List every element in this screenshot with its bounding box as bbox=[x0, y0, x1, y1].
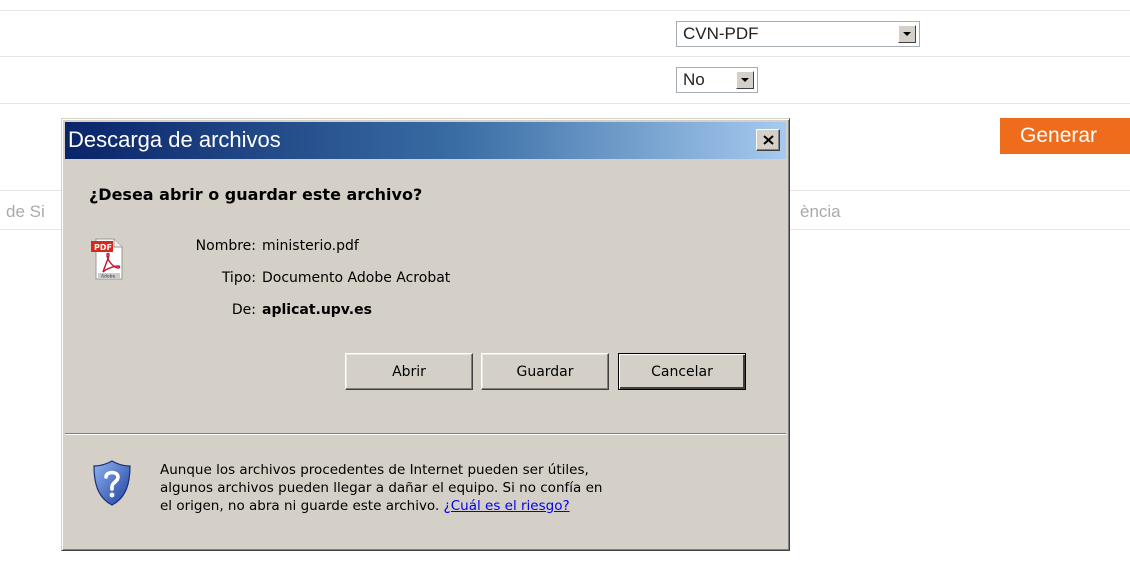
form-divider bbox=[0, 10, 1130, 11]
file-source-label: De: bbox=[231, 302, 256, 318]
dropdown-arrow-icon[interactable] bbox=[736, 71, 754, 89]
dialog-title: Descarga de archivos bbox=[68, 127, 281, 152]
file-download-dialog: Descarga de archivos ¿Desea abrir o guar… bbox=[61, 118, 790, 551]
warning-line: algunos archivos pueden llegar a dañar e… bbox=[160, 480, 603, 496]
security-warning: Aunque los archivos procedentes de Inter… bbox=[160, 461, 680, 515]
open-button[interactable]: Abrir bbox=[345, 353, 473, 390]
dropdown-arrow-icon[interactable] bbox=[898, 25, 916, 43]
close-button[interactable] bbox=[756, 129, 780, 151]
file-name-value: ministerio.pdf bbox=[262, 238, 359, 254]
dialog-question: ¿Desea abrir o guardar este archivo? bbox=[89, 185, 423, 204]
warning-line-last: el origen, no abra ni guarde este archiv… bbox=[160, 497, 680, 515]
risk-link[interactable]: ¿Cuál es el riesgo? bbox=[444, 498, 570, 514]
file-source-value: aplicat.upv.es bbox=[262, 302, 372, 318]
form-divider bbox=[0, 56, 1130, 57]
shield-question-icon bbox=[93, 460, 131, 506]
format-select[interactable]: CVN-PDF bbox=[676, 21, 920, 47]
format-select-value: CVN-PDF bbox=[683, 24, 759, 43]
close-icon bbox=[763, 135, 774, 145]
save-button[interactable]: Guardar bbox=[481, 353, 609, 390]
generate-button[interactable]: Generar bbox=[1000, 118, 1130, 154]
table-header-cell: ència bbox=[800, 202, 841, 221]
table-header-cell: de Si bbox=[6, 202, 45, 221]
warning-line: Aunque los archivos procedentes de Inter… bbox=[160, 462, 589, 478]
file-type-value: Documento Adobe Acrobat bbox=[262, 270, 451, 286]
file-name-label: Nombre: bbox=[195, 238, 256, 254]
option-select-value: No bbox=[683, 70, 705, 89]
cancel-button[interactable]: Cancelar bbox=[618, 353, 746, 390]
option-select[interactable]: No bbox=[676, 67, 758, 93]
dialog-titlebar[interactable]: Descarga de archivos bbox=[65, 122, 786, 159]
file-type-label: Tipo: bbox=[221, 270, 256, 286]
warning-line: el origen, no abra ni guarde este archiv… bbox=[160, 498, 440, 514]
form-divider bbox=[0, 103, 1130, 104]
dialog-separator bbox=[65, 434, 786, 435]
